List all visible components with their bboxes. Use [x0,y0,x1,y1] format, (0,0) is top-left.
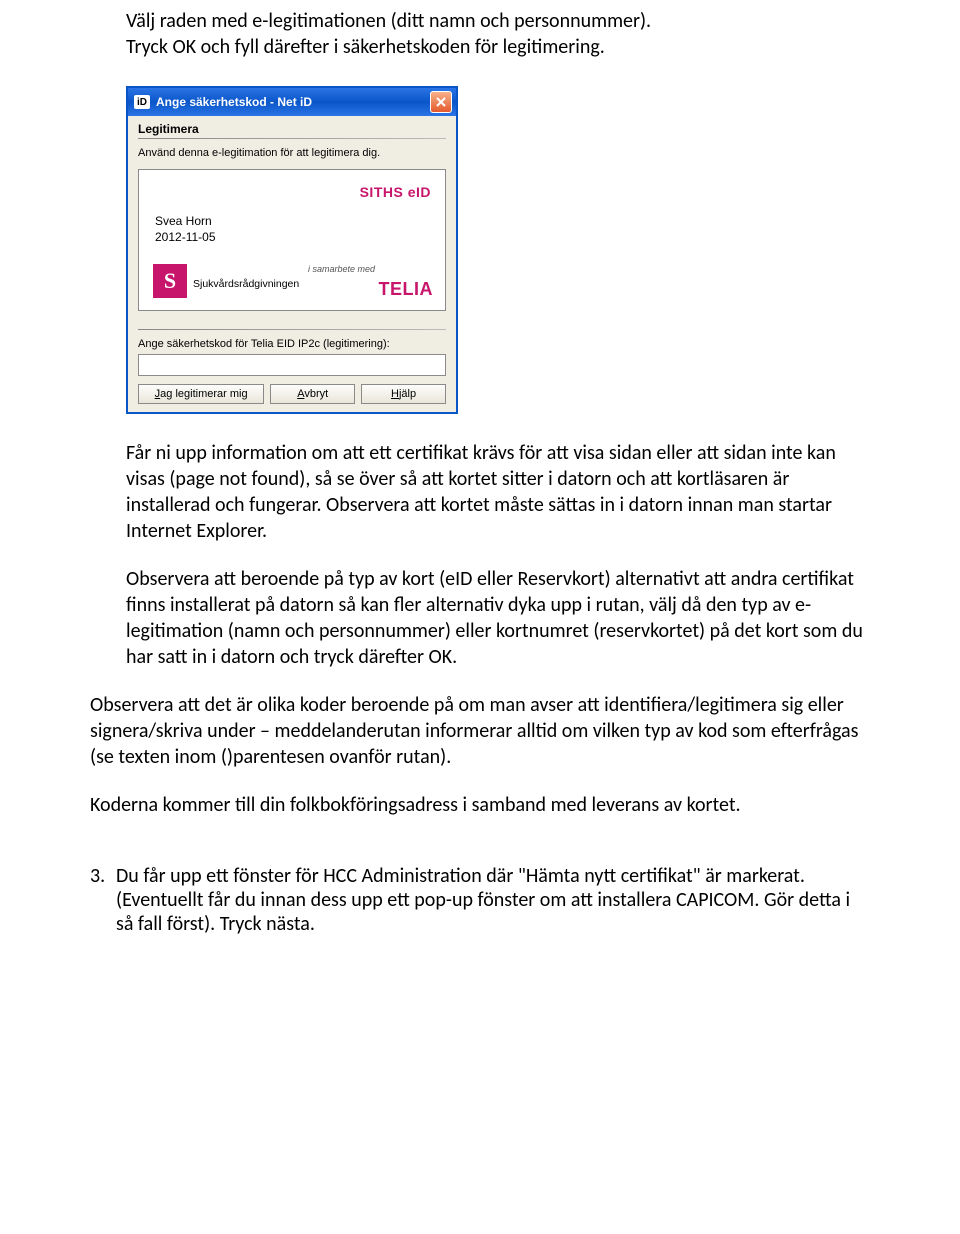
cancel-button[interactable]: Avbryt [270,384,355,404]
app-icon: iD [134,95,150,109]
card-cooperation-text: i samarbete med [308,264,375,274]
card-person-date: 2012-11-05 [155,230,216,244]
step-3: 3. Du får upp ett fönster för HCC Admini… [90,864,870,936]
step-number: 3. [90,864,116,936]
dialog-hint-text: Använd denna e-legitimation för att legi… [138,147,446,159]
dialog-titlebar: iD Ange säkerhetskod - Net iD [128,88,456,116]
step-text: Du får upp ett fönster för HCC Administr… [116,864,870,936]
close-button[interactable] [430,91,452,113]
security-code-label: Ange säkerhetskod för Telia EID IP2c (le… [138,338,446,350]
divider [138,138,446,139]
paragraph-cert-info: Får ni upp information om att ett certif… [126,440,870,544]
close-icon [436,97,446,107]
dialog-section-heading: Legitimera [138,122,446,136]
card-person-name: Svea Horn [155,214,212,228]
eid-card: SITHS eID Svea Horn 2012-11-05 S Sjukvår… [138,169,446,311]
paragraph-different-codes: Observera att det är olika koder beroend… [90,692,870,770]
submit-button[interactable]: Jag legitimerar mig [138,384,264,404]
paragraph-card-types: Observera att beroende på typ av kort (e… [126,566,870,670]
intro-line-1: Välj raden med e-legitimationen (ditt na… [126,8,870,34]
card-watermark: SITHS eID [360,184,431,200]
card-logo-icon: S [153,264,187,298]
security-code-input[interactable] [138,354,446,376]
paragraph-codes-delivery: Koderna kommer till din folkbokföringsad… [90,792,870,818]
card-partner-logo: TELIA [379,279,434,300]
help-button[interactable]: Hjälp [361,384,446,404]
security-code-dialog: iD Ange säkerhetskod - Net iD Legitimera… [126,86,458,414]
intro-line-2: Tryck OK och fyll därefter i säkerhetsko… [126,34,870,60]
card-brand-text: Sjukvårdsrådgivningen [193,278,299,290]
divider [138,329,446,330]
dialog-title: Ange säkerhetskod - Net iD [156,95,424,109]
